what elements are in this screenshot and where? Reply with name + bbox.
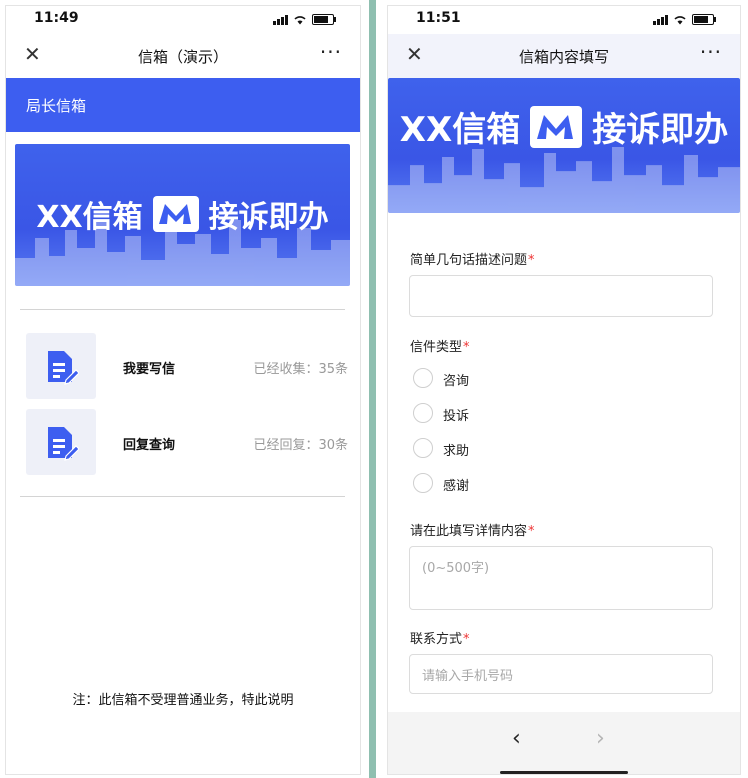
banner-text-right: 接诉即办 xyxy=(592,110,729,150)
signal-icon xyxy=(273,14,288,25)
banner-slogan: XX信箱 接诉即办 xyxy=(15,192,350,236)
radio-circle[interactable] xyxy=(413,403,433,423)
required-mark: * xyxy=(528,253,535,268)
footnote-text: 注：此信箱不受理普通业务，特此说明 xyxy=(72,693,294,708)
page-title: 信箱（演示） xyxy=(137,48,228,66)
required-mark: * xyxy=(463,340,470,355)
signal-icon xyxy=(653,14,668,25)
forward-arrow-icon[interactable]: › xyxy=(596,726,605,751)
banner-text-left: XX信箱 xyxy=(399,110,521,150)
page-title: 信箱内容填写 xyxy=(518,48,609,66)
wifi-icon xyxy=(674,15,686,25)
document-edit-icon xyxy=(26,409,96,475)
replied-count: 已经回复：30条 xyxy=(253,438,348,453)
menu-item-label: 回复查询 xyxy=(123,438,176,453)
nav-bar: ✕ 信箱（演示） ··· xyxy=(6,34,360,78)
summary-label: 简单几句话描述问题* xyxy=(410,253,535,268)
battery-icon xyxy=(692,14,716,25)
mail-logo-icon xyxy=(152,196,199,232)
contact-label: 联系方式* xyxy=(410,632,470,647)
nav-bar: ✕ 信箱内容填写 ··· xyxy=(388,34,740,78)
collected-count: 已经收集：35条 xyxy=(253,362,348,377)
banner-slogan: XX信箱 接诉即办 xyxy=(388,102,740,151)
screenshot-divider xyxy=(369,0,376,778)
divider-line xyxy=(20,496,345,497)
menu-item-write-letter[interactable]: 我要写信 已经收集：35条 xyxy=(26,333,348,399)
required-mark: * xyxy=(528,524,535,539)
status-icons xyxy=(273,14,336,25)
banner-text-left: XX信箱 xyxy=(36,200,143,235)
phone-screen-letter-form: 11:51 ✕ 信箱内容填写 ··· XX信箱 接诉即办 简单几句话描述问题* … xyxy=(387,5,741,775)
phone-screen-mailbox-home: 11:49 ✕ 信箱（演示） ··· 局长信箱 XX信箱 接诉即办 我要写信 已… xyxy=(5,5,361,775)
contact-placeholder: 请输入手机号码 xyxy=(422,669,514,684)
status-time: 11:51 xyxy=(416,10,461,26)
browser-toolbar: ‹ › xyxy=(388,712,740,774)
home-indicator xyxy=(500,771,628,774)
mailbox-banner: XX信箱 接诉即办 xyxy=(15,144,350,286)
status-bar: 11:49 xyxy=(6,6,360,34)
type-label: 信件类型* xyxy=(410,340,470,355)
status-time: 11:49 xyxy=(34,10,79,26)
radio-circle[interactable] xyxy=(413,368,433,388)
status-icons xyxy=(653,14,716,25)
back-arrow-icon[interactable]: ‹ xyxy=(512,726,521,751)
wifi-icon xyxy=(294,15,306,25)
more-options-icon[interactable]: ··· xyxy=(320,40,342,64)
radio-circle[interactable] xyxy=(413,438,433,458)
document-edit-icon xyxy=(26,333,96,399)
required-mark: * xyxy=(463,632,470,647)
battery-icon xyxy=(312,14,336,25)
more-options-icon[interactable]: ··· xyxy=(700,40,722,64)
radio-circle[interactable] xyxy=(413,473,433,493)
section-header: 局长信箱 xyxy=(6,78,360,132)
menu-item-reply-query[interactable]: 回复查询 已经回复：30条 xyxy=(26,409,348,475)
mailbox-banner: XX信箱 接诉即办 xyxy=(388,78,740,213)
mail-logo-icon xyxy=(530,105,583,148)
status-bar: 11:51 xyxy=(388,6,740,34)
contact-input[interactable]: 请输入手机号码 xyxy=(409,654,713,694)
detail-label: 请在此填写详情内容* xyxy=(410,524,535,539)
menu-item-label: 我要写信 xyxy=(123,362,176,377)
detail-textarea[interactable]: (0~500字) xyxy=(409,546,713,610)
detail-placeholder: (0~500字) xyxy=(422,561,490,576)
banner-text-right: 接诉即办 xyxy=(208,200,329,235)
section-title: 局长信箱 xyxy=(26,97,87,115)
summary-input[interactable] xyxy=(409,275,713,317)
divider-line xyxy=(20,309,345,310)
